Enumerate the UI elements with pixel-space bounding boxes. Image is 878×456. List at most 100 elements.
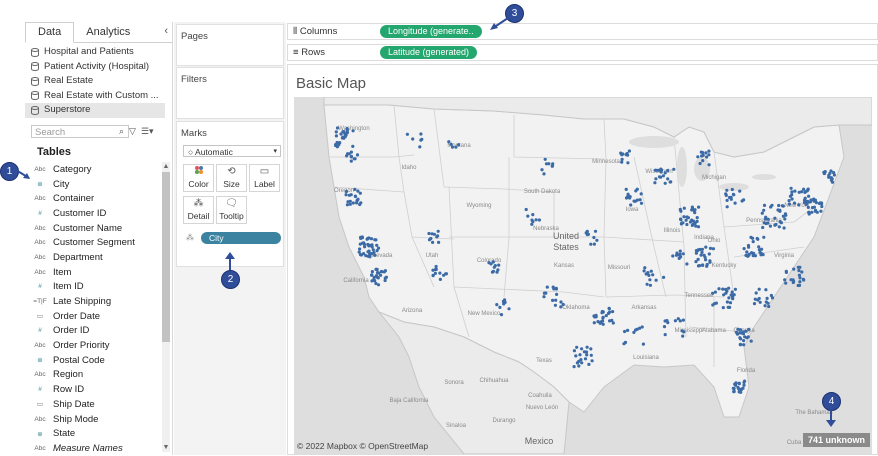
city-mark[interactable] — [787, 199, 791, 203]
city-mark[interactable] — [349, 154, 353, 158]
city-mark[interactable] — [763, 304, 767, 308]
city-mark[interactable] — [375, 267, 379, 272]
city-mark[interactable] — [593, 315, 597, 319]
city-mark[interactable] — [554, 298, 558, 302]
city-mark[interactable] — [704, 258, 708, 262]
field-item[interactable]: Abc Ship Mode — [33, 412, 161, 427]
field-item[interactable]: ▭ Order Date — [33, 309, 161, 324]
city-mark[interactable] — [704, 151, 708, 155]
city-mark[interactable] — [679, 218, 683, 222]
city-mark[interactable] — [697, 205, 701, 209]
city-mark[interactable] — [819, 209, 823, 213]
field-item[interactable]: Abc Customer Segment — [33, 235, 161, 250]
city-mark[interactable] — [583, 357, 588, 361]
city-mark[interactable] — [580, 361, 584, 365]
city-mark[interactable] — [639, 201, 644, 205]
city-mark[interactable] — [778, 208, 782, 212]
city-mark[interactable] — [731, 386, 735, 390]
city-mark[interactable] — [355, 153, 360, 157]
city-mark[interactable] — [765, 296, 769, 300]
data-source-item[interactable]: Superstore — [25, 103, 165, 118]
city-mark[interactable] — [659, 167, 663, 171]
city-mark[interactable] — [356, 189, 360, 193]
city-mark[interactable] — [337, 143, 341, 147]
city-mark[interactable] — [620, 153, 624, 157]
city-mark[interactable] — [341, 130, 345, 134]
city-mark[interactable] — [741, 386, 745, 390]
city-mark[interactable] — [372, 251, 376, 255]
tab-analytics[interactable]: Analytics — [74, 23, 142, 42]
city-mark[interactable] — [431, 240, 435, 244]
city-mark[interactable] — [620, 157, 624, 161]
field-item[interactable]: ⊕ Postal Code — [33, 353, 161, 368]
city-mark[interactable] — [367, 244, 371, 248]
city-mark[interactable] — [684, 218, 688, 222]
city-mark[interactable] — [680, 221, 684, 225]
city-mark[interactable] — [792, 201, 797, 205]
unknown-indicator[interactable]: 741 unknown — [802, 433, 870, 447]
city-mark[interactable] — [526, 214, 530, 218]
city-mark[interactable] — [742, 343, 746, 347]
city-mark[interactable] — [622, 342, 626, 346]
field-item[interactable]: Abc Order Priority — [33, 338, 161, 353]
city-mark[interactable] — [717, 287, 721, 291]
city-mark[interactable] — [498, 305, 502, 309]
city-mark[interactable] — [434, 264, 438, 269]
city-mark[interactable] — [503, 300, 507, 304]
city-mark[interactable] — [663, 171, 667, 175]
city-mark[interactable] — [758, 300, 762, 304]
city-mark[interactable] — [730, 187, 734, 192]
city-mark[interactable] — [744, 329, 748, 333]
scrollbar-thumb[interactable] — [162, 172, 170, 342]
pages-shelf[interactable]: Pages — [176, 24, 284, 66]
city-mark[interactable] — [707, 163, 711, 167]
city-mark[interactable] — [374, 281, 378, 286]
city-mark[interactable] — [601, 322, 605, 326]
city-mark[interactable] — [347, 193, 351, 197]
field-item[interactable]: ▭ Ship Date — [33, 397, 161, 412]
city-mark[interactable] — [585, 229, 589, 233]
field-item[interactable]: # Customer ID — [33, 206, 161, 221]
city-mark[interactable] — [696, 155, 700, 159]
city-mark[interactable] — [738, 328, 743, 332]
city-mark[interactable] — [555, 292, 559, 296]
city-mark[interactable] — [685, 222, 689, 227]
city-mark[interactable] — [770, 203, 774, 207]
city-mark[interactable] — [742, 198, 746, 202]
field-item[interactable]: ⊕ State — [33, 426, 161, 441]
city-mark[interactable] — [711, 247, 715, 251]
city-mark[interactable] — [580, 347, 584, 351]
city-mark[interactable] — [654, 177, 658, 181]
city-mark[interactable] — [587, 362, 591, 366]
city-mark[interactable] — [366, 236, 370, 241]
city-mark[interactable] — [757, 248, 761, 252]
search-icon[interactable]: ⌕ — [119, 126, 124, 137]
city-mark[interactable] — [752, 302, 757, 306]
city-mark[interactable] — [819, 201, 824, 205]
city-mark[interactable] — [733, 287, 737, 291]
city-mark[interactable] — [682, 215, 686, 219]
city-mark[interactable] — [373, 238, 377, 242]
city-mark[interactable] — [370, 279, 374, 283]
city-mark[interactable] — [623, 329, 627, 334]
city-mark[interactable] — [688, 220, 693, 224]
city-mark[interactable] — [427, 231, 431, 236]
city-mark[interactable] — [739, 390, 743, 394]
city-mark[interactable] — [447, 140, 451, 144]
field-item[interactable]: ⊕ City — [33, 177, 161, 192]
city-mark[interactable] — [543, 157, 547, 161]
city-mark[interactable] — [627, 149, 631, 153]
city-mark[interactable] — [554, 286, 558, 290]
city-mark[interactable] — [741, 330, 745, 334]
city-detail-pill[interactable]: City — [201, 232, 281, 244]
city-mark[interactable] — [434, 267, 438, 271]
city-mark[interactable] — [796, 265, 800, 269]
city-mark[interactable] — [737, 381, 741, 385]
city-mark[interactable] — [773, 216, 777, 220]
city-mark[interactable] — [820, 204, 824, 209]
city-mark[interactable] — [666, 168, 670, 173]
city-mark[interactable] — [585, 353, 589, 357]
city-mark[interactable] — [640, 325, 644, 329]
city-mark[interactable] — [577, 364, 581, 368]
city-mark[interactable] — [727, 286, 731, 290]
